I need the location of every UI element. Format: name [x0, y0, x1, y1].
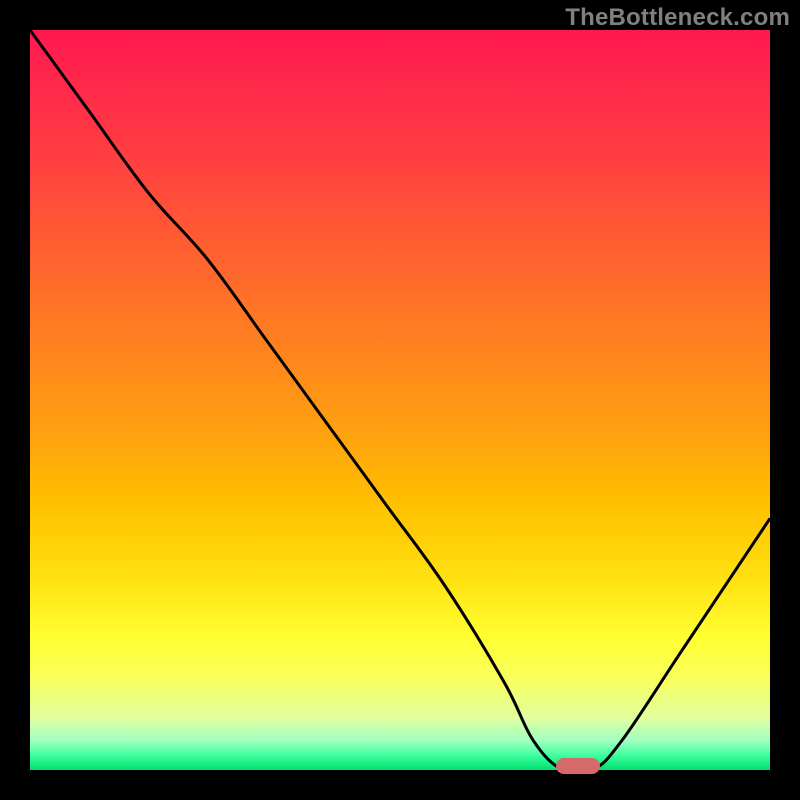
optimal-marker	[556, 758, 600, 774]
bottleneck-curve	[30, 30, 770, 770]
curve-path	[30, 30, 770, 770]
watermark-text: TheBottleneck.com	[565, 4, 790, 32]
chart-container: TheBottleneck.com	[0, 0, 800, 800]
plot-area	[30, 30, 770, 770]
